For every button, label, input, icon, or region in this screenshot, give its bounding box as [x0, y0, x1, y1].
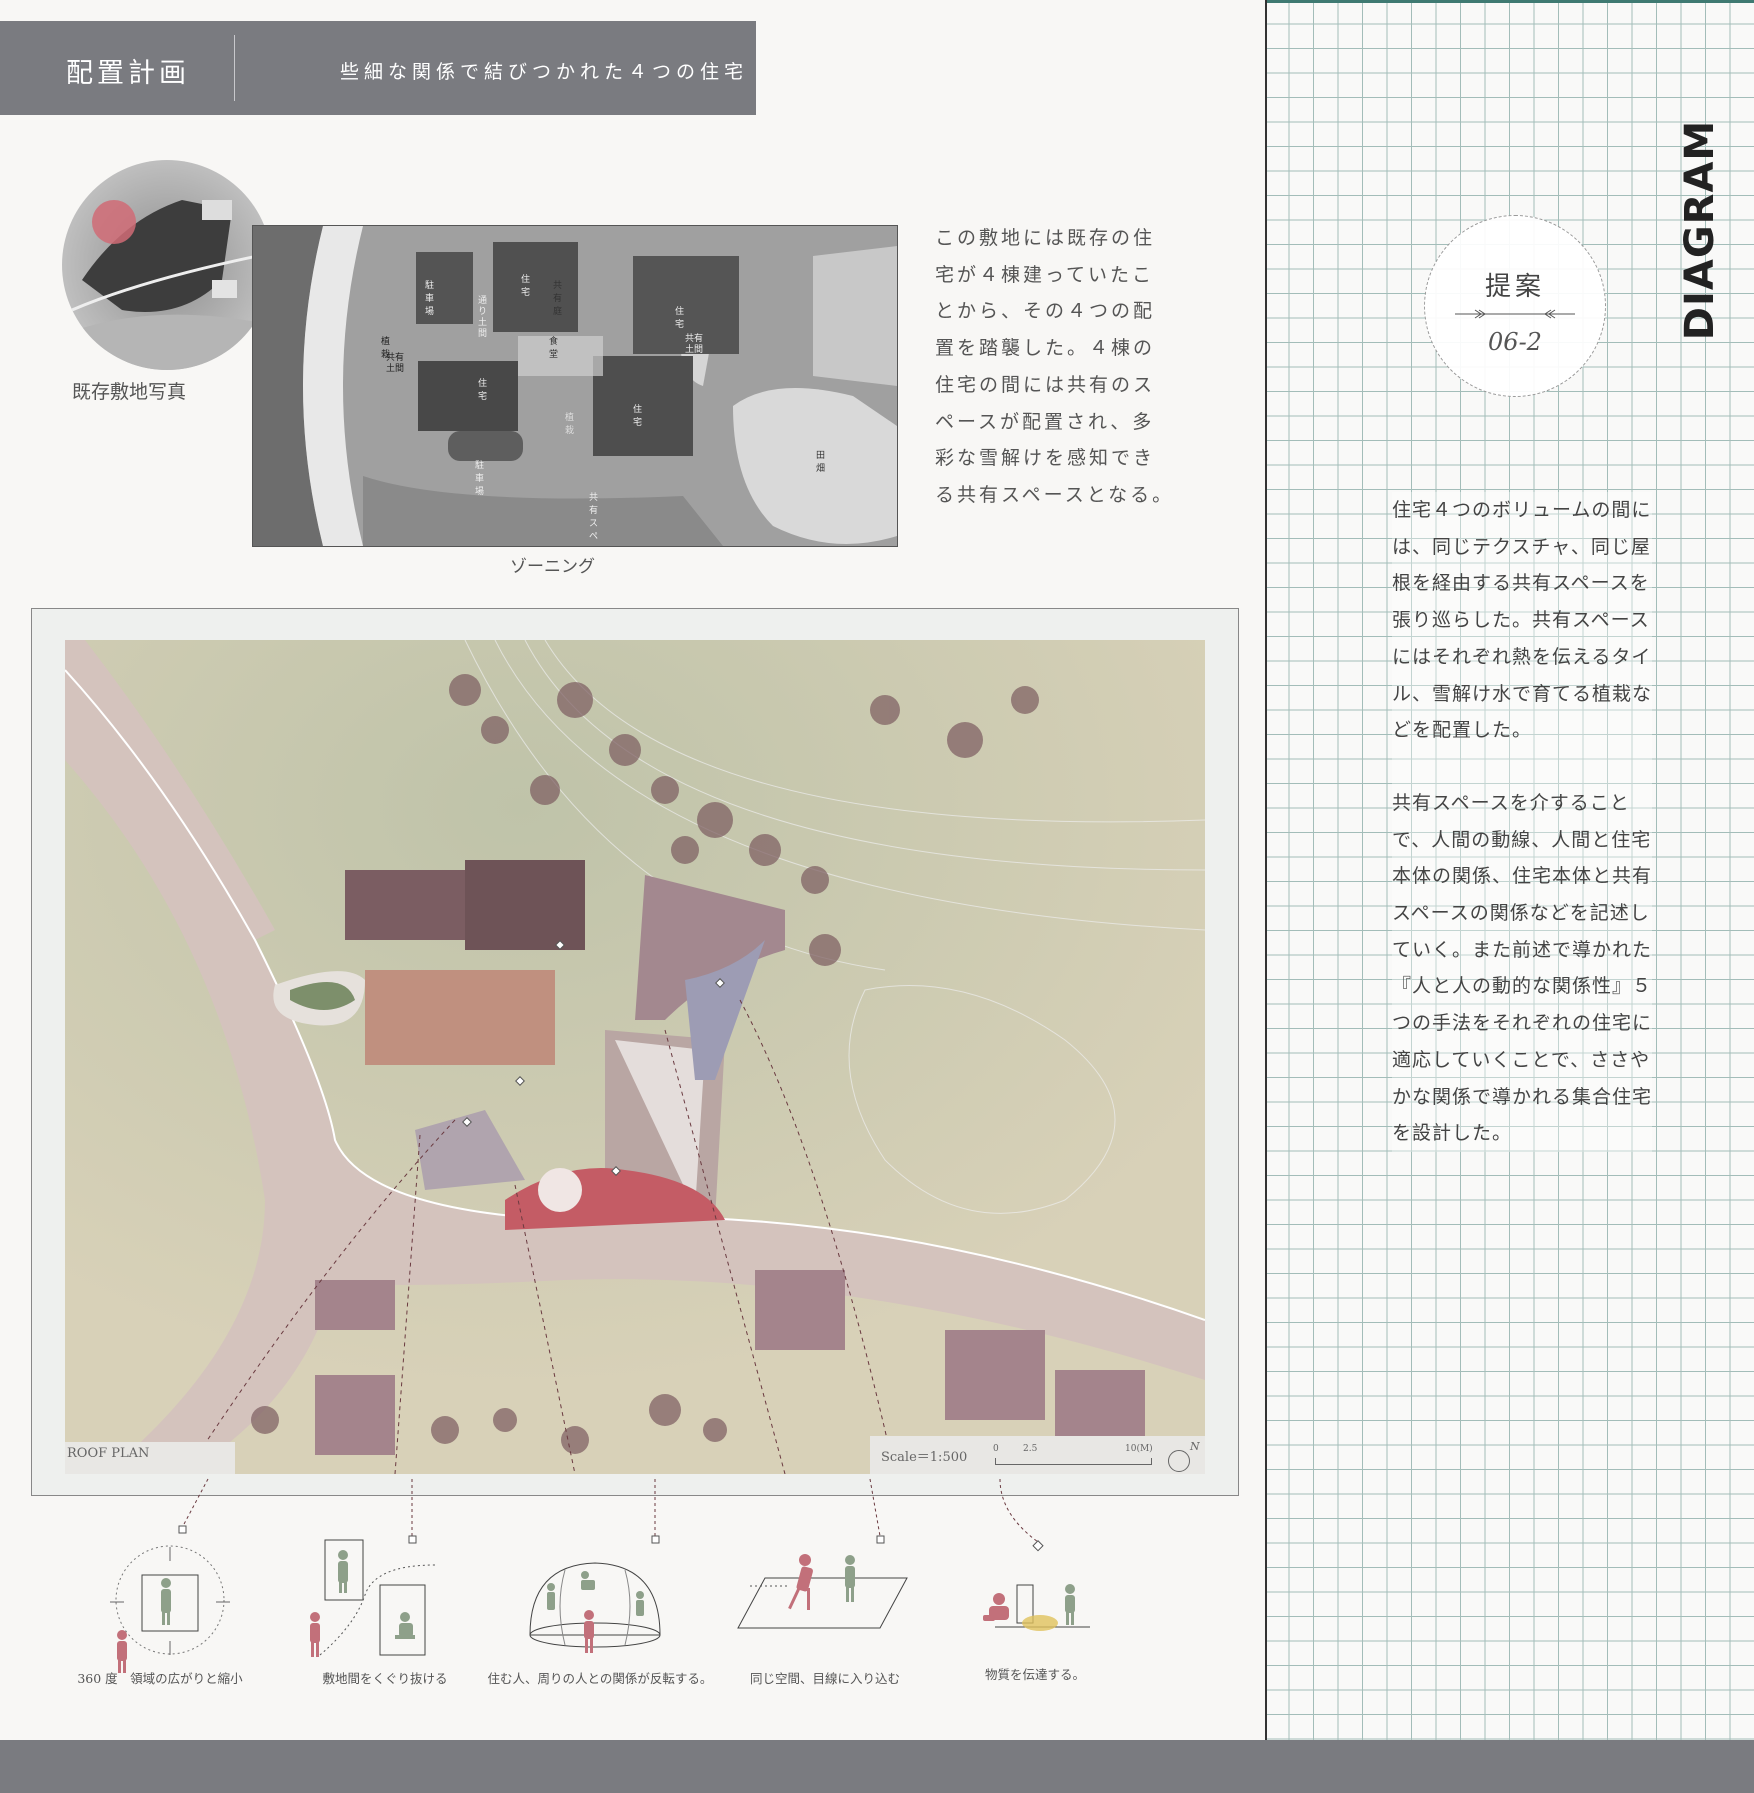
zone-house-left [418, 361, 518, 431]
page-title: 配置計画 [66, 58, 190, 89]
zoning-map: 駐車場 通り土間 住宅 共有庭 住宅 植栽 共有土間 食堂 共有土間 住宅 植栽… [252, 225, 898, 547]
zone-label: 住宅 [478, 379, 488, 402]
header-divider [234, 35, 235, 101]
north-label: N [1190, 1440, 1200, 1453]
badge-ornament-icon [1455, 309, 1575, 319]
scale-tick: 2.5 [1023, 1444, 1038, 1454]
description-paragraph-1: 住宅４つのボリュームの間には、同じテクスチャ、同じ屋根を経由する共有スペースを張… [1392, 499, 1653, 742]
zoning-description: この敷地には既存の住宅が４棟建っていたことから、その４つの配置を踏襲した。４棟の… [935, 227, 1175, 506]
zone-label: 共有土間 [386, 353, 405, 374]
diagram-caption-4: 同じ空間、目線に入り込む [749, 1671, 900, 1686]
scale-tick: 0 [993, 1444, 999, 1454]
zone-label: 駐車場 [475, 461, 485, 497]
page-subtitle: 些細な関係で結びつかれた４つの住宅 [340, 61, 749, 83]
diagram-leaders [178, 1478, 1044, 1552]
badge-number: 06-2 [1488, 328, 1542, 356]
scale-bar [995, 1458, 1152, 1465]
zone-dining [518, 336, 603, 376]
badge-title: 提案 [1484, 272, 1545, 302]
diagram-transfer [975, 1575, 1095, 1665]
zone-label: 共有庭 [553, 281, 563, 317]
diagram-caption-1: 360 度 領域の広がりと縮小 [77, 1671, 243, 1686]
proposal-badge: 提案 06-2 [1424, 215, 1606, 397]
zone-label: 通り土間 [478, 296, 488, 339]
diagram-same-space [735, 1548, 915, 1658]
roof-plan-label: ROOF PLAN [67, 1446, 150, 1461]
scale-tick: 10(M) [1125, 1444, 1153, 1454]
header-bar: 配置計画 些細な関係で結びつかれた４つの住宅 [0, 21, 756, 115]
zone-house-top [493, 242, 578, 332]
diagram-pass-through [305, 1535, 445, 1665]
zone-house-center [593, 356, 693, 456]
zone-label: 植栽 [565, 413, 575, 436]
zone-label: 共有スペース [589, 493, 599, 546]
diagram-dome [525, 1545, 665, 1670]
diagram-description: 住宅４つのボリュームの間には、同じテクスチャ、同じ屋根を経由する共有スペースを張… [1392, 492, 1652, 1152]
diagram-caption-2: 敷地間をくぐり抜ける [322, 1671, 448, 1686]
roof-plan: ROOF PLAN Scale＝1:500 0 2.5 10(M) N [65, 640, 1205, 1474]
diagram-vertical-title: DIAGRAM [1650, 120, 1750, 340]
zone-parking-bottom [448, 431, 523, 461]
description-paragraph-2: 共有スペースを介することで、人間の動線、人間と住宅本体の関係、住宅本体と共有スペ… [1392, 791, 1653, 1145]
zone-label: 食堂 [549, 337, 559, 360]
site-photo [62, 160, 272, 370]
zone-label: 共有土間 [685, 334, 704, 355]
scale-text: Scale＝1:500 [881, 1450, 968, 1465]
footer-bar [0, 1740, 1754, 1793]
diagram-title-text: DIAGRAM [1677, 119, 1723, 341]
diagram-caption-5: 物質を伝達する。 [984, 1667, 1085, 1682]
zone-label: 住宅 [521, 275, 531, 298]
north-arrow-icon [1168, 1450, 1190, 1472]
diagram-caption-3: 住む人、周りの人との関係が反転する。 [487, 1671, 713, 1686]
zoning-caption: ゾーニング [510, 557, 595, 577]
grid-top-border [1267, 0, 1754, 3]
zone-label: 住宅 [675, 307, 685, 330]
panel-divider [1265, 0, 1267, 1740]
site-photo-caption: 既存敷地写真 [72, 381, 187, 403]
diagram-360 [100, 1545, 240, 1675]
zone-label: 田畑 [816, 451, 826, 474]
zone-label: 住宅 [633, 405, 643, 428]
zone-label: 駐車場 [425, 281, 435, 317]
